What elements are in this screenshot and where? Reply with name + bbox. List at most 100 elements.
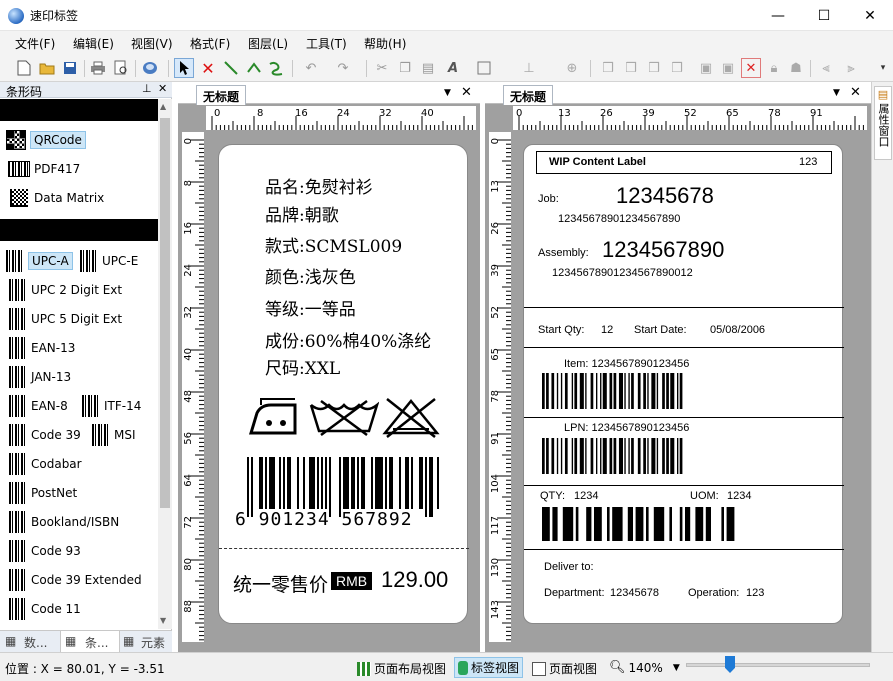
pin-icon[interactable]: ⊥ <box>142 82 152 95</box>
backward-icon[interactable]: ❒ <box>667 58 687 78</box>
menu-layer[interactable]: 图层(L) <box>248 35 288 52</box>
tab-barcode[interactable]: 条... <box>85 634 108 651</box>
open-folder-icon[interactable] <box>37 58 57 78</box>
document-close-icon[interactable]: ✕ <box>850 85 861 100</box>
group-icon[interactable]: ▣ <box>696 58 716 78</box>
barcode-item-code11[interactable]: Code 11 <box>9 594 81 623</box>
ean13-barcode[interactable] <box>247 457 443 517</box>
tab-data-icon[interactable]: ▦ <box>5 634 16 648</box>
barcode-item-upca[interactable]: UPC-A <box>6 246 73 275</box>
barcode-item-ean13[interactable]: EAN-13 <box>9 333 75 362</box>
scroll-down-icon[interactable]: ▼ <box>160 616 166 625</box>
uom-value[interactable]: 1234 <box>727 490 751 502</box>
lpn-barcode[interactable] <box>542 438 714 482</box>
department-value[interactable]: 12345678 <box>610 587 659 599</box>
page-layout-view-button[interactable]: 页面布局视图 <box>357 660 446 677</box>
document-tab[interactable]: 无标题 <box>196 85 247 105</box>
qty-value[interactable]: 1234 <box>574 490 598 502</box>
barcode-item-isbn[interactable]: Bookland/ISBN <box>9 507 119 536</box>
menu-view[interactable]: 视图(V) <box>131 35 173 52</box>
no-wash-icon[interactable] <box>309 397 379 437</box>
barcode-item-code39[interactable]: Code 39 <box>9 420 81 449</box>
barcode-item-postnet[interactable]: PostNet <box>9 478 77 507</box>
zoom-slider-track[interactable] <box>686 663 870 667</box>
document-tab[interactable]: 无标题 <box>503 85 554 105</box>
job-value[interactable]: 12345678 <box>616 183 714 209</box>
close-button[interactable]: ✕ <box>847 0 893 31</box>
category-bar-linear[interactable] <box>0 219 158 241</box>
ungroup-icon[interactable]: ▣ <box>718 58 738 78</box>
category-bar-2d[interactable] <box>0 99 158 121</box>
tab-barcode-icon[interactable]: ▦ <box>65 634 76 648</box>
distribute-icon[interactable]: ⊕ <box>562 58 582 78</box>
menu-tools[interactable]: 工具(T) <box>306 35 347 52</box>
document-close-icon[interactable]: ✕ <box>461 85 472 100</box>
start-date-value[interactable]: 05/08/2006 <box>710 324 765 336</box>
label-paper-2[interactable]: WIP Content Label 123 Job: 12345678 1234… <box>523 144 844 624</box>
tab-element[interactable]: 元素 <box>141 634 165 651</box>
label-text-color[interactable]: 颜色:浅灰色 <box>265 263 356 288</box>
lock-icon[interactable]: 🔒︎ <box>764 58 784 78</box>
label-text-name[interactable]: 品名:免熨衬衫 <box>265 173 373 198</box>
undo-icon[interactable]: ↶ <box>301 58 321 78</box>
item-barcode[interactable] <box>542 373 714 417</box>
barcode-item-ean8[interactable]: EAN-8 <box>9 391 68 420</box>
barcode-item-upc5[interactable]: UPC 5 Digit Ext <box>9 304 122 333</box>
barcode-item-qrcode[interactable]: QRCode <box>6 125 86 154</box>
assembly-value[interactable]: 1234567890 <box>602 237 724 263</box>
price-value[interactable]: 129.00 <box>381 567 448 593</box>
bring-front-icon[interactable]: ❒ <box>598 58 618 78</box>
barcode-item-upce[interactable]: UPC-E <box>80 246 138 275</box>
job-subvalue[interactable]: 12345678901234567890 <box>558 213 680 225</box>
barcode-item-pdf417[interactable]: PDF417 <box>8 154 80 183</box>
select-pointer-icon[interactable] <box>174 58 194 78</box>
barcode-item-msi[interactable]: MSI <box>92 420 136 449</box>
dropdown-icon[interactable]: ▼ <box>833 88 840 98</box>
align-left-icon[interactable]: ⫷ <box>816 58 836 78</box>
menu-help[interactable]: 帮助(H) <box>364 35 406 52</box>
save-icon[interactable] <box>60 58 80 78</box>
print-preview-icon[interactable] <box>111 58 131 78</box>
scrollbar-thumb[interactable] <box>160 118 170 508</box>
unlock-icon[interactable]: ☗ <box>786 58 806 78</box>
label-text-size[interactable]: 尺码:XXL <box>265 354 340 379</box>
minimize-button[interactable]: — <box>755 0 801 31</box>
new-file-icon[interactable] <box>14 58 34 78</box>
price-label-text[interactable]: 统一零售价 <box>233 570 328 597</box>
database-icon[interactable] <box>140 58 160 78</box>
send-back-icon[interactable]: ❒ <box>621 58 641 78</box>
assembly-subvalue[interactable]: 12345678901234567890012 <box>552 267 693 279</box>
curve-tool-icon[interactable] <box>266 58 286 78</box>
align-right-icon[interactable]: ⫸ <box>841 58 861 78</box>
label-text-style[interactable]: 款式:SCMSL009 <box>265 232 402 257</box>
align-center-icon[interactable]: ⊥ <box>519 58 539 78</box>
tab-element-icon[interactable]: ▦ <box>123 634 134 648</box>
maximize-button[interactable]: ☐ <box>801 0 847 31</box>
copy-icon[interactable]: ❐ <box>395 58 415 78</box>
delete-icon[interactable]: ✕ <box>198 58 218 78</box>
zoom-slider-thumb[interactable] <box>725 656 735 673</box>
barcode-item-upc2[interactable]: UPC 2 Digit Ext <box>9 275 122 304</box>
label-text-fabric[interactable]: 成份:60%棉40%涤纶 <box>265 327 431 352</box>
paste-icon[interactable]: ▤ <box>418 58 438 78</box>
text-style-icon[interactable]: A <box>443 58 463 78</box>
menu-file[interactable]: 文件(F) <box>15 35 55 52</box>
operation-value[interactable]: 123 <box>746 587 764 599</box>
scroll-up-icon[interactable]: ▲ <box>160 102 166 111</box>
menu-edit[interactable]: 编辑(E) <box>73 35 114 52</box>
qty-barcode[interactable] <box>542 507 792 549</box>
no-print-icon[interactable]: ✕ <box>741 58 761 78</box>
barcode-item-datamatrix[interactable]: Data Matrix <box>10 183 104 212</box>
panel-close-icon[interactable]: ✕ <box>158 82 167 95</box>
rectangle-tool-icon[interactable] <box>474 58 494 78</box>
label-text-grade[interactable]: 等级:一等品 <box>265 295 356 320</box>
label-paper-1[interactable]: 品名:免熨衬衫 品牌:朝歌 款式:SCMSL009 颜色:浅灰色 等级:一等品 … <box>218 144 469 624</box>
print-icon[interactable] <box>88 58 108 78</box>
no-bleach-icon[interactable] <box>381 395 441 439</box>
label-view-button[interactable]: 标签视图 <box>454 657 524 678</box>
lpn-text[interactable]: LPN: 1234567890123456 <box>564 422 689 434</box>
tab-data[interactable]: 数... <box>24 634 47 651</box>
currency-badge[interactable]: RMB <box>331 572 373 590</box>
redo-icon[interactable]: ↷ <box>333 58 353 78</box>
wip-header-box[interactable]: WIP Content Label 123 <box>536 151 832 174</box>
